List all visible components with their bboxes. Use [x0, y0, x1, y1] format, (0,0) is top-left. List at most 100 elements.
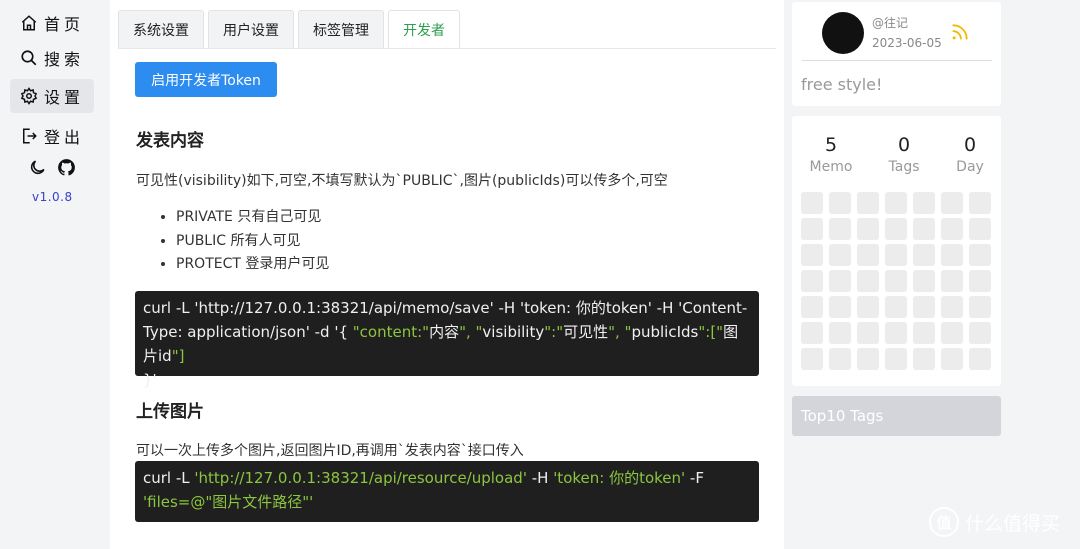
stat-label: Day	[956, 159, 984, 175]
profile-divider	[802, 60, 992, 61]
heatmap-cell	[913, 192, 935, 214]
heatmap-cell	[941, 348, 963, 370]
tab-tag-management[interactable]: 标签管理	[298, 10, 384, 49]
code-text: -H	[526, 469, 554, 487]
heatmap-cell	[829, 218, 851, 240]
enable-token-button[interactable]: 启用开发者Token	[135, 62, 277, 97]
heatmap-cell	[941, 322, 963, 344]
code-block-post: curl -L 'http://127.0.0.1:38321/api/memo…	[135, 291, 759, 389]
list-item: PROTECT 登录用户可见	[176, 253, 329, 277]
settings-panel: 系统设置 用户设置 标签管理 开发者 启用开发者Token 发表内容 可见性(v…	[110, 0, 784, 549]
code-text: 内容	[429, 323, 460, 341]
heatmap-cell	[829, 270, 851, 292]
avatar[interactable]	[822, 12, 864, 54]
heatmap-cell	[969, 192, 991, 214]
sidebar-item-home[interactable]: 首页	[10, 6, 94, 40]
stat-label: Tags	[888, 159, 920, 175]
tab-user-settings[interactable]: 用户设置	[208, 10, 294, 49]
heatmap-cell	[913, 244, 935, 266]
section-desc-upload: 可以一次上传多个图片,返回图片ID,再调用`发表内容`接口传入	[136, 443, 524, 459]
heatmap-cell	[969, 270, 991, 292]
heatmap-cell	[857, 244, 879, 266]
sidebar-item-label: 搜索	[44, 50, 85, 69]
heatmap-cell	[829, 322, 851, 344]
sidebar-item-label: 登出	[44, 128, 85, 147]
code-string: ":"	[544, 323, 564, 341]
heatmap-cell	[941, 296, 963, 318]
heatmap-cell	[941, 270, 963, 292]
search-icon	[21, 50, 37, 66]
heatmap-cell	[857, 296, 879, 318]
heatmap-cell	[885, 348, 907, 370]
heatmap-cell	[801, 270, 823, 292]
activity-heatmap	[801, 192, 991, 370]
moon-icon[interactable]	[28, 158, 47, 177]
tab-developer[interactable]: 开发者	[388, 10, 460, 49]
heatmap-cell	[829, 244, 851, 266]
profile-card: @往记 2023-06-05 free style!	[792, 2, 1001, 106]
heatmap-cell	[857, 348, 879, 370]
code-string: ", "	[608, 323, 632, 341]
code-text: -F	[685, 469, 704, 487]
top10-tags-header: Top10 Tags	[792, 396, 1001, 436]
heatmap-cell	[969, 348, 991, 370]
heatmap-cell	[885, 244, 907, 266]
code-block-upload: curl -L 'http://127.0.0.1:38321/api/reso…	[135, 461, 759, 522]
heatmap-cell	[857, 218, 879, 240]
sidebar: 首页 搜索 设置 登出 v1.0.8	[0, 0, 110, 549]
heatmap-cell	[801, 348, 823, 370]
settings-tabs: 系统设置 用户设置 标签管理 开发者	[118, 10, 460, 49]
code-string: 'token: 你的token'	[553, 469, 686, 487]
heatmap-cell	[969, 244, 991, 266]
heatmap-cell	[801, 296, 823, 318]
sidebar-item-label: 设置	[44, 88, 85, 107]
code-string: ", "	[459, 323, 483, 341]
heatmap-cell	[941, 192, 963, 214]
sidebar-item-settings[interactable]: 设置	[10, 79, 94, 113]
username: @往记	[872, 16, 909, 30]
heatmap-cell	[913, 348, 935, 370]
logout-icon	[23, 128, 37, 144]
code-string: "content:"	[352, 323, 430, 341]
heatmap-cell	[885, 322, 907, 344]
heatmap-cell	[885, 296, 907, 318]
heatmap-cell	[941, 218, 963, 240]
heatmap-cell	[857, 322, 879, 344]
stat-number: 5	[824, 134, 838, 156]
profile-date: 2023-06-05	[872, 36, 942, 50]
version-label: v1.0.8	[32, 190, 73, 204]
list-item: PRIVATE 只有自己可见	[176, 206, 329, 230]
stat-memo: 5 Memo	[801, 134, 861, 175]
heatmap-cell	[885, 218, 907, 240]
rss-icon[interactable]	[950, 22, 970, 42]
theme-row	[28, 158, 76, 177]
heatmap-cell	[801, 322, 823, 344]
heatmap-cell	[801, 244, 823, 266]
home-icon	[21, 15, 37, 31]
gear-icon	[20, 87, 38, 105]
heatmap-cell	[969, 296, 991, 318]
watermark-text: 什么值得买	[964, 512, 1060, 535]
heatmap-cell	[913, 218, 935, 240]
sidebar-item-search[interactable]: 搜索	[10, 41, 94, 75]
code-string: 'files=@"图片文件路径"'	[143, 493, 314, 511]
heatmap-cell	[885, 192, 907, 214]
visibility-list: PRIVATE 只有自己可见 PUBLIC 所有人可见 PROTECT 登录用户…	[160, 206, 329, 277]
heatmap-cell	[829, 296, 851, 318]
heatmap-cell	[829, 348, 851, 370]
github-icon[interactable]	[57, 158, 76, 177]
code-text: }'	[143, 371, 157, 389]
stat-tags: 0 Tags	[874, 134, 934, 175]
heatmap-cell	[969, 322, 991, 344]
stats-card: 5 Memo 0 Tags 0 Day	[792, 116, 1001, 386]
code-string: ":["	[698, 323, 724, 341]
sidebar-item-logout[interactable]: 登出	[10, 119, 94, 153]
heatmap-cell	[969, 218, 991, 240]
code-string: "]	[171, 347, 185, 365]
heatmap-cell	[857, 192, 879, 214]
stat-number: 0	[897, 134, 911, 156]
watermark: 值 什么值得买	[928, 507, 1060, 537]
heatmap-cell	[801, 218, 823, 240]
tab-system-settings[interactable]: 系统设置	[118, 10, 204, 49]
heatmap-cell	[913, 322, 935, 344]
